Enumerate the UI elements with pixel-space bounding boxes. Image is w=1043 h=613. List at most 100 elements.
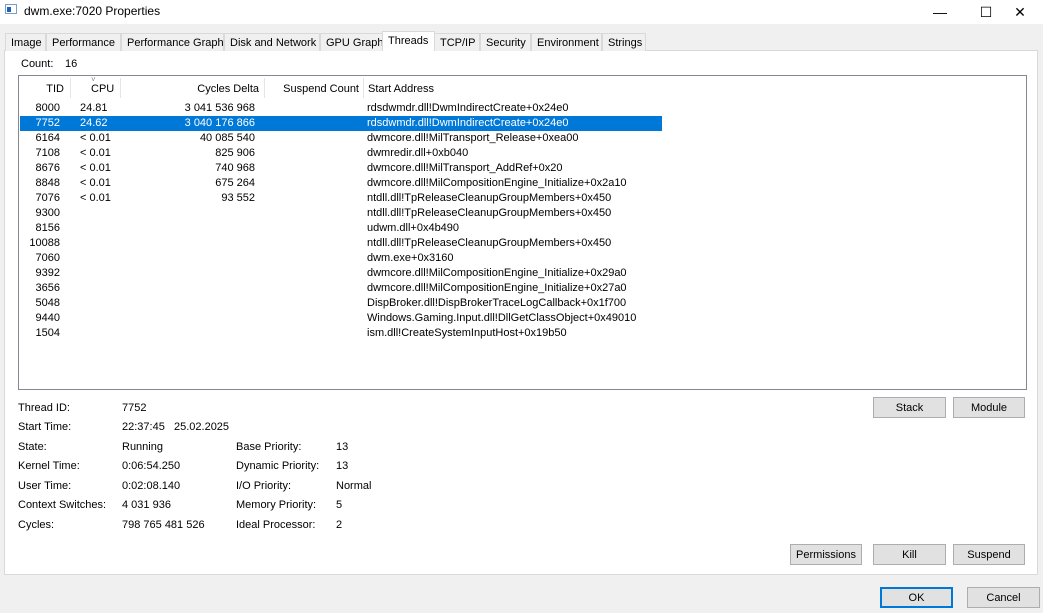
thread-row[interactable]: 8848 < 0.01 675 264 dwmcore.dll!MilComposit… [20, 176, 662, 191]
ideal-processor-value: 2 [336, 519, 343, 531]
cell-tid: 8848 [35, 177, 60, 189]
cell-tid: 1504 [35, 327, 60, 339]
cell-tid: 8000 [35, 102, 60, 114]
tab-image[interactable]: Image [5, 33, 46, 51]
cell-cpu: 24.81 [80, 102, 108, 114]
tab-disk-and-network[interactable]: Disk and Network [224, 33, 320, 51]
cell-cycles: 740 968 [215, 162, 255, 174]
start-time-label: Start Time: [18, 421, 72, 433]
thread-row[interactable]: 9392 dwmcore.dll!MilCompositionEngine_Ini… [20, 266, 662, 281]
cell-tid: 7076 [35, 192, 60, 204]
cell-cycles: 675 264 [215, 177, 255, 189]
cell-start: dwmcore.dll!MilTransport_Release+0xea00 [367, 132, 579, 144]
cell-start: dwmcore.dll!MilCompositionEngine_Initial… [367, 177, 627, 189]
column-divider[interactable] [120, 78, 121, 98]
stack-button[interactable]: Stack [873, 397, 946, 418]
thread-row[interactable]: 7108 < 0.01 825 906 dwmredir.dll+0xb040 [20, 146, 662, 161]
tab-threads[interactable]: Threads [382, 31, 435, 51]
cell-start: dwmcore.dll!MilTransport_AddRef+0x20 [367, 162, 563, 174]
cell-start: ism.dll!CreateSystemInputHost+0x19b50 [367, 327, 567, 339]
cell-start: ntdll.dll!TpReleaseCleanupGroupMembers+0… [367, 192, 612, 204]
cell-start: rdsdwmdr.dll!DwmIndirectCreate+0x24e0 [367, 117, 569, 129]
cell-start: ntdll.dll!TpReleaseCleanupGroupMembers+0… [367, 207, 612, 219]
close-button[interactable]: ✕ [997, 0, 1043, 24]
cell-cpu: < 0.01 [80, 162, 111, 174]
ok-button[interactable]: OK [880, 587, 953, 608]
column-header-cycles-delta[interactable]: Cycles Delta [130, 83, 259, 95]
cell-tid: 8676 [35, 162, 60, 174]
module-button[interactable]: Module [953, 397, 1025, 418]
thread-id-label: Thread ID: [18, 402, 70, 414]
suspend-button[interactable]: Suspend [953, 544, 1025, 565]
thread-row[interactable]: 9440 Windows.Gaming.Input.dll!DllGetClass… [20, 311, 662, 326]
count-value: 16 [65, 58, 78, 70]
column-header-start-address[interactable]: Start Address [368, 83, 434, 95]
thread-row[interactable]: 9300 ntdll.dll!TpReleaseCleanupGroupMembe… [20, 206, 662, 221]
tab-security[interactable]: Security [480, 33, 531, 51]
memory-priority-value: 5 [336, 499, 343, 511]
state-label: State: [18, 441, 47, 453]
column-header-suspend-count[interactable]: Suspend Count [270, 83, 359, 95]
cell-start: udwm.dll+0x4b490 [367, 222, 460, 234]
cell-start: dwmcore.dll!MilCompositionEngine_Initial… [367, 282, 627, 294]
cell-cycles: 3 040 176 866 [184, 117, 255, 129]
io-priority-value: Normal [336, 480, 372, 492]
kernel-time-label: Kernel Time: [18, 460, 80, 472]
tab-performance-graph[interactable]: Performance Graph [121, 33, 224, 51]
cell-tid: 10088 [29, 237, 60, 249]
cell-tid: 7060 [35, 252, 60, 264]
cycles-value: 798 765 481 526 [122, 519, 205, 531]
cell-tid: 3656 [35, 282, 60, 294]
tab-gpu-graph[interactable]: GPU Graph [320, 33, 383, 51]
thread-row[interactable]: 7752 24.62 3 040 176 866 rdsdwmdr.dll!DwmIn… [20, 116, 662, 131]
cell-cycles: 40 085 540 [199, 132, 255, 144]
thread-row[interactable]: 8000 24.81 3 041 536 968 rdsdwmdr.dll!DwmIn… [20, 101, 662, 116]
thread-row[interactable]: 1504 ism.dll!CreateSystemInputHost+0x19b5… [20, 326, 662, 341]
window-title: dwm.exe:7020 Properties [24, 4, 161, 18]
tab-strings[interactable]: Strings [602, 33, 646, 51]
cell-cycles: 3 041 536 968 [184, 102, 255, 114]
cell-start: rdsdwmdr.dll!DwmIndirectCreate+0x24e0 [367, 102, 569, 114]
state-value: Running [122, 441, 163, 453]
cell-start: Windows.Gaming.Input.dll!DllGetClassObje… [367, 312, 637, 324]
cycles-label: Cycles: [18, 519, 55, 531]
tab-environment[interactable]: Environment [531, 33, 602, 51]
cell-cycles: 93 552 [221, 192, 255, 204]
cell-tid: 9392 [35, 267, 60, 279]
cell-cpu: < 0.01 [80, 192, 111, 204]
minimize-button[interactable]: — [917, 0, 963, 24]
cell-tid: 7108 [35, 147, 60, 159]
thread-row[interactable]: 8156 udwm.dll+0x4b490 [20, 221, 662, 236]
cell-tid: 5048 [35, 297, 60, 309]
thread-row[interactable]: 7076 < 0.01 93 552 ntdll.dll!TpReleaseClean… [20, 191, 662, 206]
column-divider[interactable] [363, 78, 364, 98]
thread-row[interactable]: 6164 < 0.01 40 085 540 dwmcore.dll!MilTrans… [20, 131, 662, 146]
thread-row[interactable]: 3656 dwmcore.dll!MilCompositionEngine_Ini… [20, 281, 662, 296]
kernel-time-value: 0:06:54.250 [122, 460, 181, 472]
permissions-button[interactable]: Permissions [790, 544, 862, 565]
thread-row[interactable]: 8676 < 0.01 740 968 dwmcore.dll!MilTranspor… [20, 161, 662, 176]
kill-button[interactable]: Kill [873, 544, 946, 565]
base-priority-label: Base Priority: [236, 441, 302, 453]
cell-start: dwmredir.dll+0xb040 [367, 147, 469, 159]
tab-performance[interactable]: Performance [46, 33, 121, 51]
cell-cpu: < 0.01 [80, 177, 111, 189]
ideal-processor-label: Ideal Processor: [236, 519, 316, 531]
cell-start: DispBroker.dll!DispBrokerTraceLogCallbac… [367, 297, 627, 309]
count-label: Count: [21, 58, 54, 70]
tab-tcp-ip[interactable]: TCP/IP [434, 33, 480, 51]
column-divider[interactable] [70, 78, 71, 98]
cancel-button[interactable]: Cancel [967, 587, 1040, 608]
cell-tid: 9300 [35, 207, 60, 219]
user-time-label: User Time: [18, 480, 72, 492]
thread-row[interactable]: 7060 dwm.exe+0x3160 [20, 251, 662, 266]
dynamic-priority-label: Dynamic Priority: [236, 460, 320, 472]
column-header-cpu[interactable]: CPU [91, 83, 114, 95]
column-divider[interactable] [264, 78, 265, 98]
thread-row[interactable]: 10088 ntdll.dll!TpReleaseCleanupGroupMemb… [20, 236, 662, 251]
cell-start: ntdll.dll!TpReleaseCleanupGroupMembers+0… [367, 237, 612, 249]
start-time-value: 22:37:45 25.02.2025 [122, 421, 230, 433]
app-icon [5, 4, 17, 14]
column-header-tid[interactable]: TID [20, 83, 64, 95]
thread-row[interactable]: 5048 DispBroker.dll!DispBrokerTraceLogCal… [20, 296, 662, 311]
